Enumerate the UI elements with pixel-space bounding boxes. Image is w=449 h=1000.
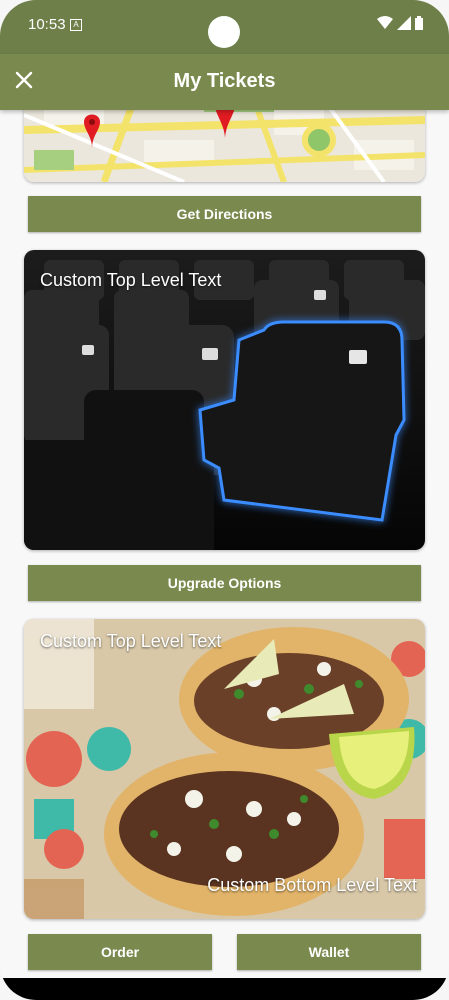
food-card-bottom-text: Custom Bottom Level Text [207, 875, 417, 895]
tacos-image [24, 619, 425, 919]
map-card[interactable] [24, 100, 425, 182]
phone-screen: 10:53 A My Tickets Get Directions Custom… [0, 0, 449, 1000]
food-card[interactable]: Custom Top Level Text Custom Bottom Leve… [24, 619, 425, 919]
system-icons [377, 16, 423, 30]
battery-icon [415, 16, 423, 30]
camera-cutout [208, 16, 240, 48]
system-nav-bar [0, 978, 449, 1000]
status-bar: 10:53 A [0, 0, 449, 54]
upgrade-options-button[interactable]: Upgrade Options [28, 565, 421, 601]
get-directions-button[interactable]: Get Directions [28, 196, 421, 232]
food-card-top-text: Custom Top Level Text [40, 631, 222, 651]
wallet-button[interactable]: Wallet [237, 934, 421, 970]
wifi-icon [377, 16, 393, 29]
a-icon: A [70, 19, 82, 31]
page-title: My Tickets [173, 70, 276, 92]
seat-image [24, 250, 425, 550]
order-button[interactable]: Order [28, 934, 212, 970]
seat-upgrade-card[interactable]: Custom Top Level Text [24, 250, 425, 550]
app-bar: My Tickets [0, 54, 449, 110]
status-time: 10:53 [28, 16, 66, 33]
map-image [24, 100, 425, 182]
seat-card-top-text: Custom Top Level Text [40, 270, 222, 290]
signal-icon [397, 16, 411, 30]
